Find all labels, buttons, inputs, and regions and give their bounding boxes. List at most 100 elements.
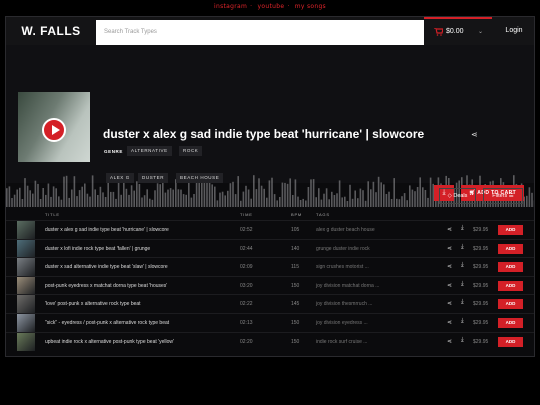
track-price: $29.95: [473, 338, 489, 345]
download-icon[interactable]: ⤓: [461, 318, 464, 325]
share-icon[interactable]: ⋖: [447, 338, 452, 345]
track-bpm: 150: [291, 338, 300, 345]
track-title[interactable]: upbeat indie rock x alternative post-pun…: [45, 339, 174, 345]
cart-amount: $0.00: [446, 28, 464, 35]
filters-button[interactable]: Filters ☰: [483, 188, 523, 204]
track-price: $29.95: [473, 301, 489, 308]
track-thumbnail[interactable]: [17, 258, 35, 277]
download-icon[interactable]: ⤓: [461, 225, 464, 232]
add-button[interactable]: ADD: [498, 336, 523, 347]
table-row[interactable]: post-punk eyedress x matchat dorna type …: [6, 275, 534, 295]
add-button[interactable]: ADD: [498, 280, 523, 291]
track-time: 03:20: [240, 282, 253, 289]
track-bpm: 150: [291, 282, 300, 289]
add-label: ADD: [505, 227, 516, 232]
tag-alex-g[interactable]: ALEX G: [106, 173, 134, 183]
share-icon[interactable]: ⋖: [471, 130, 478, 139]
share-icon[interactable]: ⋖: [447, 319, 452, 326]
search-input[interactable]: Search Track Types: [96, 20, 424, 45]
share-icon[interactable]: ⋖: [447, 245, 452, 252]
table-header: TITLE TIME BPM TAGS: [6, 210, 534, 220]
col-bpm: BPM: [291, 212, 303, 217]
login-button[interactable]: Login: [492, 17, 534, 45]
instagram-link[interactable]: instagram: [214, 3, 247, 10]
track-title[interactable]: "sick" - eyedress / post-punk x alternat…: [45, 320, 169, 326]
track-tags: indie rock surf cruise ...: [316, 338, 368, 345]
table-row[interactable]: duster x lofi indie rock type beat 'fall…: [6, 238, 534, 258]
add-label: ADD: [505, 282, 516, 288]
track-bpm: 105: [291, 227, 300, 233]
download-icon[interactable]: ⤓: [461, 337, 464, 344]
track-title[interactable]: post-punk eyedress x matchat dorna type …: [45, 283, 167, 289]
col-title: TITLE: [45, 212, 60, 217]
share-icon[interactable]: ⋖: [447, 282, 452, 289]
top-links: instagram · youtube · my songs: [214, 3, 326, 10]
track-title[interactable]: duster x alex g sad indie type beat 'hur…: [45, 227, 169, 233]
track-time: 02:20: [240, 338, 253, 345]
table-row[interactable]: "sick" - eyedress / post-punk x alternat…: [6, 313, 534, 332]
track-title[interactable]: 'love' post-punk x alternative rock type…: [45, 301, 141, 307]
hero-title: duster x alex g sad indie type beat 'hur…: [103, 127, 425, 141]
logo[interactable]: W. FALLS: [6, 17, 96, 45]
filters-label: Filters: [492, 193, 508, 199]
tag-duster[interactable]: DUSTER: [138, 173, 169, 183]
track-time: 02:09: [240, 264, 253, 271]
table-row[interactable]: 'love' post-punk x alternative rock type…: [6, 294, 534, 314]
track-thumbnail[interactable]: [17, 332, 35, 351]
genre-tag-rock[interactable]: ROCK: [179, 146, 203, 156]
add-button[interactable]: ADD: [498, 262, 523, 273]
play-button[interactable]: [42, 118, 66, 142]
add-button[interactable]: ADD: [498, 299, 523, 310]
track-tags: alex g duster beach house: [316, 227, 375, 233]
add-label: ADD: [505, 338, 516, 344]
track-price: $29.95: [473, 245, 489, 252]
header: W. FALLS Search Track Types $0.00 ⌄ Logi…: [6, 17, 534, 46]
track-tags: sign crushes motorist ...: [316, 264, 369, 271]
my-songs-link[interactable]: my songs: [295, 3, 326, 10]
list-toolbar: ◇ Deals Filters ☰: [6, 183, 534, 211]
add-label: ADD: [505, 301, 516, 307]
track-price: $29.95: [473, 320, 489, 326]
youtube-link[interactable]: youtube: [258, 3, 285, 10]
add-label: ADD: [505, 264, 516, 270]
add-button[interactable]: ADD: [498, 318, 523, 328]
download-icon[interactable]: ⤓: [461, 281, 464, 288]
track-thumbnail[interactable]: [17, 221, 35, 239]
cart-icon: [434, 28, 443, 36]
chevron-down-icon: ⌄: [478, 29, 484, 35]
track-time: 02:44: [240, 245, 253, 252]
table-row[interactable]: upbeat indie rock x alternative post-pun…: [6, 331, 534, 351]
download-icon[interactable]: ⤓: [461, 299, 464, 306]
track-time: 02:22: [240, 301, 253, 308]
hero-section: duster x alex g sad indie type beat 'hur…: [6, 45, 534, 207]
add-button[interactable]: ADD: [498, 225, 523, 235]
track-tags: grunge duster indie rock: [316, 245, 370, 252]
deals-label: Deals: [453, 193, 468, 199]
player-frame: W. FALLS Search Track Types $0.00 ⌄ Logi…: [5, 16, 535, 357]
add-label: ADD: [505, 245, 516, 251]
table-row[interactable]: duster x alex g sad indie type beat 'hur…: [6, 220, 534, 239]
table-row[interactable]: duster x sad alternative indie type beat…: [6, 257, 534, 277]
share-icon[interactable]: ⋖: [447, 226, 452, 233]
cart-button[interactable]: $0.00 ⌄: [424, 17, 492, 45]
share-icon[interactable]: ⋖: [447, 263, 452, 270]
track-title[interactable]: duster x sad alternative indie type beat…: [45, 264, 168, 270]
track-thumbnail[interactable]: [17, 295, 35, 314]
track-thumbnail[interactable]: [17, 314, 35, 332]
genre-label: GENRE: [104, 149, 124, 154]
add-label: ADD: [505, 320, 516, 325]
add-button[interactable]: ADD: [498, 243, 523, 254]
deals-button[interactable]: ◇ Deals: [439, 188, 476, 204]
share-icon[interactable]: ⋖: [447, 300, 452, 307]
track-price: $29.95: [473, 227, 489, 233]
track-thumbnail[interactable]: [17, 239, 35, 258]
genre-tag-alternative[interactable]: ALTERNATIVE: [127, 146, 172, 156]
download-icon[interactable]: ⤓: [461, 244, 464, 251]
track-thumbnail[interactable]: [17, 276, 35, 295]
download-icon[interactable]: ⤓: [461, 262, 464, 269]
track-price: $29.95: [473, 282, 489, 289]
tag-beach-house[interactable]: BEACH HOUSE: [176, 173, 224, 183]
track-title[interactable]: duster x lofi indie rock type beat 'fall…: [45, 246, 150, 252]
cover-art: [18, 92, 90, 162]
track-bpm: 145: [291, 301, 300, 308]
